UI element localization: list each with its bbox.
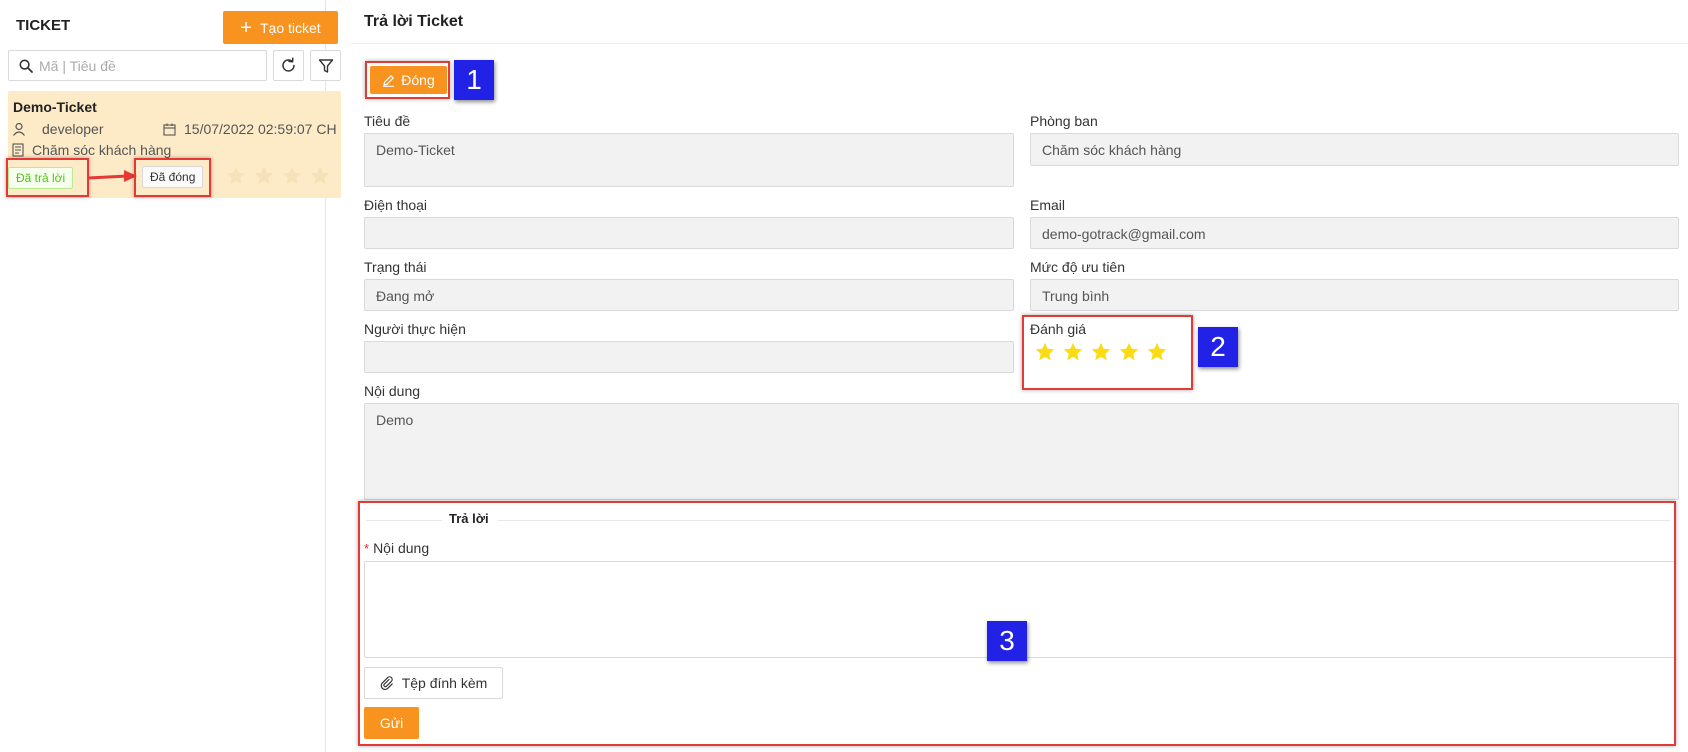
paperclip-icon (380, 676, 393, 690)
ticket-card-department: Chăm sóc khách hàng (12, 142, 171, 158)
star-outline-icon (254, 166, 274, 185)
star-filled-icon[interactable] (1034, 341, 1056, 363)
star-filled-icon[interactable] (1090, 341, 1112, 363)
ticket-card-datetime-text: 15/07/2022 02:59:07 CH (184, 121, 337, 137)
sidebar-title: TICKET (16, 17, 71, 34)
annotation-number-3: 3 (987, 621, 1027, 661)
title-label: Tiêu đề (364, 113, 411, 129)
ticket-card-user: developer (12, 121, 104, 137)
annotation-number-1: 1 (454, 60, 494, 100)
star-outline-icon (310, 166, 330, 185)
required-mark: * (364, 541, 370, 556)
department-label: Phòng ban (1030, 113, 1098, 129)
star-filled-icon[interactable] (1062, 341, 1084, 363)
status-label: Trạng thái (364, 259, 427, 275)
document-icon (12, 143, 24, 157)
status-badge-replied: Đã trả lời (8, 167, 74, 189)
ticket-card-department-text: Chăm sóc khách hàng (32, 142, 172, 158)
star-filled-icon[interactable] (1118, 341, 1140, 363)
refresh-button[interactable] (273, 50, 304, 81)
send-button[interactable]: Gửi (364, 707, 419, 739)
priority-field[interactable]: Trung bình (1030, 279, 1679, 311)
department-field[interactable]: Chăm sóc khách hàng (1030, 133, 1679, 166)
refresh-icon (282, 57, 295, 72)
ticket-card-title: Demo-Ticket (13, 99, 97, 115)
ticket-card-user-text: developer (42, 121, 104, 137)
search-box[interactable] (8, 50, 267, 81)
priority-label: Mức độ ưu tiên (1030, 259, 1126, 275)
edit-icon (383, 74, 395, 87)
section-divider-right (498, 520, 1670, 521)
star-outline-icon (226, 166, 246, 185)
section-divider-left (366, 520, 442, 521)
create-ticket-button[interactable]: + Tạo ticket (223, 11, 338, 44)
ticket-card-rating (225, 165, 331, 187)
annotation-arrow-icon (88, 170, 137, 182)
close-ticket-label: Đóng (401, 72, 435, 88)
content-label: Nội dung (364, 383, 421, 399)
email-field[interactable]: demo-gotrack@gmail.com (1030, 217, 1679, 249)
rating-label: Đánh giá (1030, 321, 1087, 337)
star-filled-icon[interactable] (1146, 341, 1168, 363)
reply-section-title: Trả lời (449, 511, 489, 526)
status-field[interactable]: Đang mở (364, 279, 1014, 311)
status-badge-closed: Đã đóng (142, 166, 204, 188)
annotation-number-2: 2 (1198, 327, 1238, 367)
title-divider (350, 43, 1688, 44)
search-icon (19, 58, 33, 73)
ticket-card-datetime: 15/07/2022 02:59:07 CH (163, 121, 337, 137)
calendar-icon (163, 123, 176, 136)
content-field[interactable]: Demo (364, 403, 1679, 500)
rating-stars[interactable] (1034, 341, 1168, 363)
title-field[interactable]: Demo-Ticket (364, 133, 1014, 187)
page-title: Trả lời Ticket (364, 13, 464, 30)
user-icon (13, 122, 25, 136)
plus-icon: + (240, 16, 252, 39)
assignee-field[interactable] (364, 341, 1014, 373)
email-label: Email (1030, 197, 1066, 213)
attach-file-button[interactable]: Tệp đính kèm (364, 667, 503, 699)
assignee-label: Người thực hiện (364, 321, 466, 337)
filter-button[interactable] (310, 50, 341, 81)
filter-icon (318, 58, 333, 73)
reply-content-label-text: Nội dung (373, 540, 430, 556)
close-ticket-button[interactable]: Đóng (370, 66, 447, 94)
search-input[interactable] (39, 57, 259, 74)
phone-label: Điện thoại (364, 197, 428, 213)
phone-field[interactable] (364, 217, 1014, 249)
reply-content-label: * Nội dung (364, 540, 429, 556)
create-ticket-label: Tạo ticket (259, 19, 321, 36)
star-outline-icon (282, 166, 302, 185)
attach-file-label: Tệp đính kèm (401, 675, 488, 691)
